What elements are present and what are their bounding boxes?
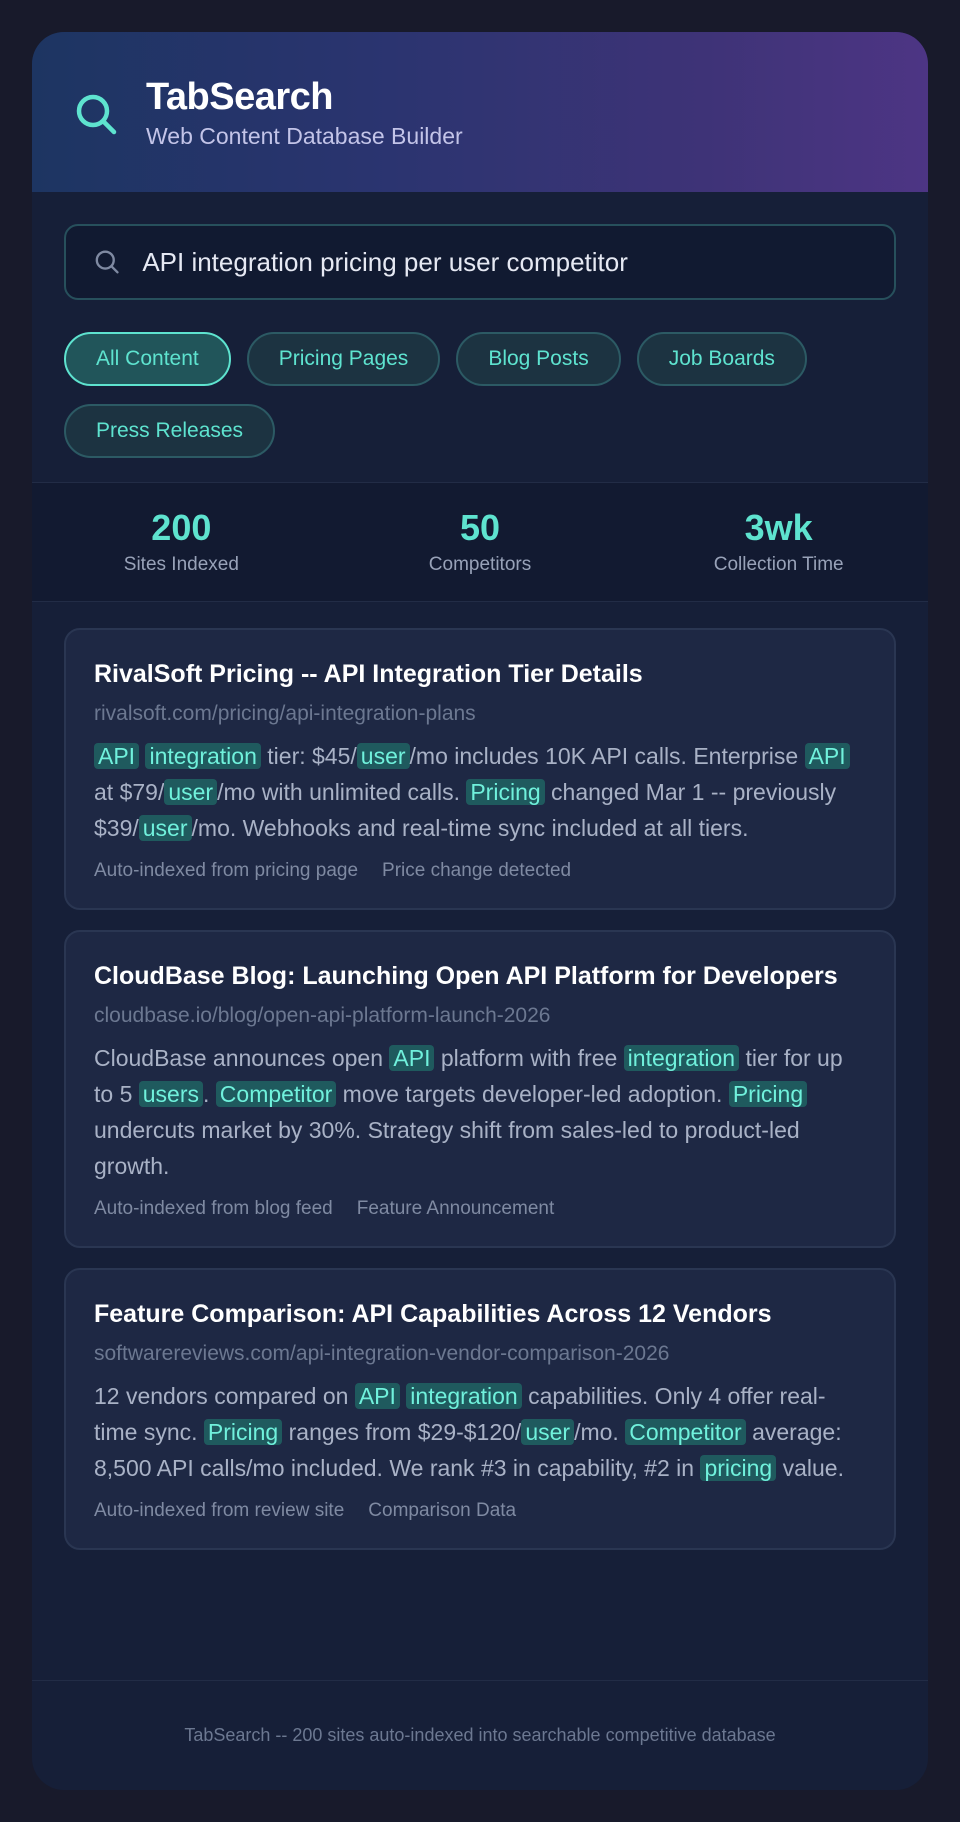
snippet-text: 12 vendors compared on	[94, 1383, 355, 1409]
result-meta: Auto-indexed from pricing page Price chan…	[94, 860, 864, 882]
result-snippet: 12 vendors compared on API integration c…	[94, 1378, 864, 1486]
stat-value: 3wk	[744, 507, 813, 548]
result-snippet: CloudBase announces open API platform wi…	[94, 1040, 864, 1184]
snippet-text: platform with free	[434, 1045, 624, 1071]
app-header: TabSearch Web Content Database Builder	[32, 32, 928, 192]
highlighted-term: Competitor	[625, 1419, 746, 1445]
stat-label: Competitors	[428, 554, 532, 575]
snippet-text: /mo.	[574, 1419, 626, 1445]
meta-tag: Auto-indexed from pricing page	[94, 860, 359, 881]
filter-chip-press-releases[interactable]: Press Releases	[64, 404, 276, 458]
result-title[interactable]: RivalSoft Pricing -- API Integration Tie…	[94, 658, 864, 690]
app-title: TabSearch	[146, 75, 333, 118]
stat-item: 50 Competitors	[331, 483, 630, 601]
result-card[interactable]: CloudBase Blog: Launching Open API Platf…	[64, 930, 896, 1248]
snippet-text: ranges from $29-$120/	[282, 1419, 522, 1445]
brand: TabSearch Web Content Database Builder	[146, 75, 463, 150]
highlighted-term: user	[164, 779, 218, 805]
meta-tag: Auto-indexed from blog feed	[94, 1198, 333, 1219]
result-url[interactable]: cloudbase.io/blog/open-api-platform-laun…	[94, 1002, 864, 1030]
meta-tag: Price change detected	[382, 860, 572, 881]
snippet-text: undercuts market by 30%. Strategy shift …	[94, 1117, 800, 1179]
search-icon	[76, 94, 117, 135]
highlighted-term: pricing	[700, 1455, 777, 1481]
result-meta: Auto-indexed from review site Comparison …	[94, 1500, 864, 1522]
highlighted-term: integration	[145, 743, 261, 769]
highlighted-term: Competitor	[215, 1081, 337, 1107]
highlighted-term: API	[94, 743, 140, 769]
footer: TabSearch -- 200 sites auto-indexed into…	[32, 1680, 928, 1790]
stat-label: Sites Indexed	[123, 554, 239, 575]
result-url[interactable]: rivalsoft.com/pricing/api-integration-pl…	[94, 700, 864, 728]
highlighted-term: integration	[623, 1045, 740, 1071]
highlighted-term: Pricing	[728, 1081, 808, 1107]
snippet-text: /mo. Webhooks and real-time sync include…	[191, 815, 749, 841]
highlighted-term: integration	[406, 1383, 522, 1409]
highlighted-term: API	[804, 743, 850, 769]
highlighted-term: API	[354, 1383, 400, 1409]
result-url[interactable]: softwarereviews.com/api-integration-vend…	[94, 1340, 864, 1368]
footer-text: TabSearch -- 200 sites auto-indexed into…	[184, 1725, 776, 1745]
stats-bar: 200 Sites Indexed 50 Competitors 3wk Collecti…	[32, 482, 928, 602]
search-icon	[95, 250, 119, 274]
snippet-text: tier: $45/	[260, 743, 357, 769]
search-input[interactable]	[142, 246, 894, 278]
highlighted-term: users	[138, 1081, 204, 1107]
result-meta: Auto-indexed from blog feed Feature Annou…	[94, 1198, 864, 1220]
filter-chip-pricing-pages[interactable]: Pricing Pages	[246, 332, 441, 386]
snippet-text: at $79/	[94, 779, 165, 805]
snippet-text: value.	[776, 1455, 844, 1481]
snippet-text: .	[203, 1081, 216, 1107]
snippet-text: /mo with unlimited calls.	[217, 779, 467, 805]
highlighted-term: Pricing	[203, 1419, 283, 1445]
filter-chip-all-content[interactable]: All Content	[64, 332, 231, 386]
snippet-text: move targets developer-led adoption.	[336, 1081, 729, 1107]
snippet-text: CloudBase announces open	[94, 1045, 390, 1071]
filter-chip-job-boards[interactable]: Job Boards	[636, 332, 807, 386]
app-subtitle: Web Content Database Builder	[146, 122, 463, 149]
highlighted-term: API	[389, 1045, 435, 1071]
stat-label: Collection Time	[713, 554, 844, 575]
result-snippet: API integration tier: $45/user/mo includ…	[94, 738, 864, 846]
result-card[interactable]: RivalSoft Pricing -- API Integration Tie…	[64, 628, 896, 910]
result-card[interactable]: Feature Comparison: API Capabilities Acr…	[64, 1268, 896, 1550]
result-title[interactable]: Feature Comparison: API Capabilities Acr…	[94, 1298, 864, 1330]
highlighted-term: user	[521, 1419, 575, 1445]
stat-value: 50	[459, 507, 501, 548]
results-list: RivalSoft Pricing -- API Integration Tie…	[32, 602, 928, 1550]
filter-chip-blog-posts[interactable]: Blog Posts	[456, 332, 621, 386]
search-box[interactable]	[64, 224, 896, 300]
meta-tag: Auto-indexed from review site	[94, 1500, 345, 1521]
result-title[interactable]: CloudBase Blog: Launching Open API Platf…	[94, 960, 864, 992]
highlighted-term: Pricing	[466, 779, 545, 805]
stat-value: 200	[151, 507, 212, 548]
stat-item: 200 Sites Indexed	[32, 483, 331, 601]
app-window: TabSearch Web Content Database Builder A…	[32, 32, 928, 1790]
highlighted-term: user	[138, 815, 192, 841]
stat-item: 3wk Collection Time	[629, 483, 928, 601]
snippet-text: /mo includes 10K API calls. Enterprise	[409, 743, 805, 769]
search-section	[32, 192, 928, 300]
meta-tag: Feature Announcement	[356, 1198, 555, 1219]
filter-chips: All Content Pricing Pages Blog Posts Job Bo…	[32, 300, 928, 458]
meta-tag: Comparison Data	[368, 1500, 517, 1521]
highlighted-term: user	[356, 743, 410, 769]
